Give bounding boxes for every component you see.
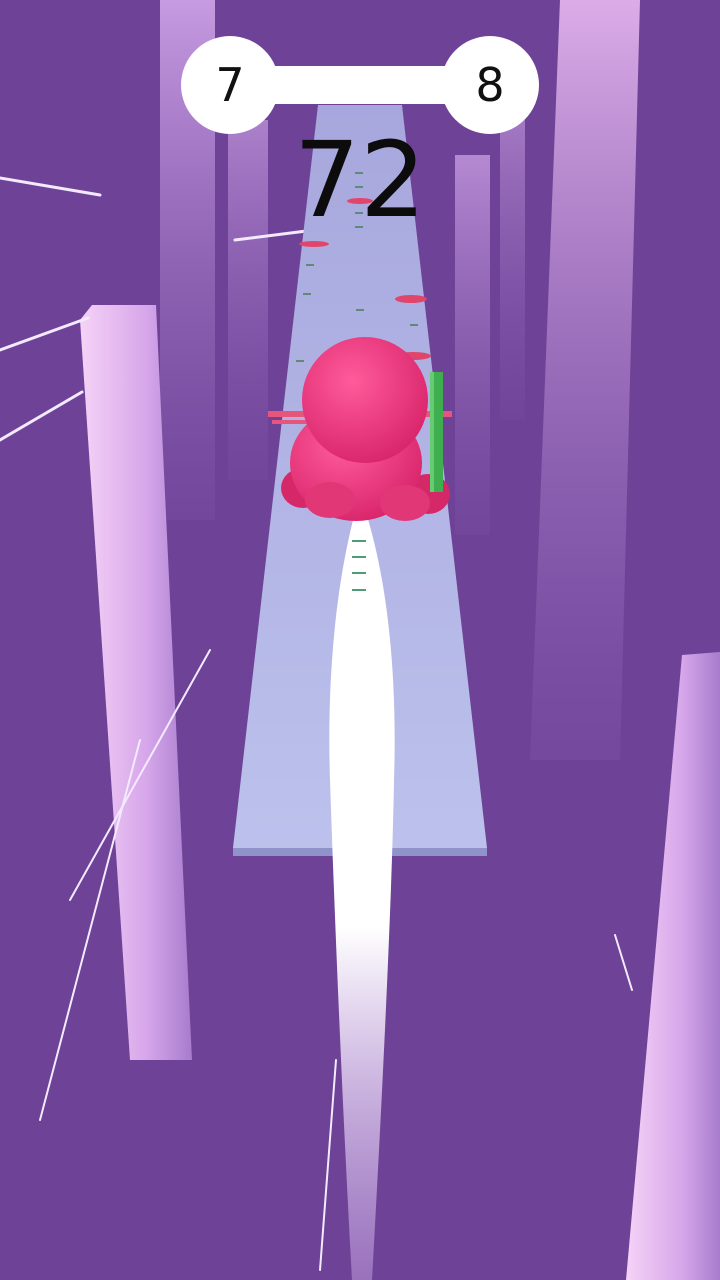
next-level-badge: 8 xyxy=(441,36,539,134)
current-level-number: 7 xyxy=(215,58,245,112)
score-counter: 72 xyxy=(293,119,427,241)
red-disc-obstacle-icon xyxy=(395,295,427,303)
red-disc-obstacle-icon xyxy=(299,241,329,247)
next-level-number: 8 xyxy=(475,58,505,112)
current-level-badge: 7 xyxy=(181,36,279,134)
green-pole-icon xyxy=(430,372,443,492)
